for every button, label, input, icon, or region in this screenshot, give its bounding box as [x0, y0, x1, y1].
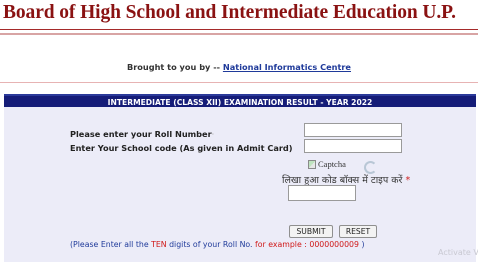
submit-button[interactable]: SUBMIT — [289, 225, 333, 238]
school-code-label: Enter Your School code (As given in Admi… — [70, 143, 293, 153]
broken-image-icon — [308, 159, 316, 169]
hint-part1: (Please Enter all the — [70, 240, 152, 249]
header-rule — [0, 33, 478, 35]
captcha-input[interactable] — [288, 185, 356, 201]
school-code-input[interactable] — [304, 139, 402, 153]
header-divider — [0, 29, 478, 30]
captcha-image: Captcha — [308, 159, 346, 169]
credit-prefix: Brought to you by -- — [126, 62, 223, 72]
activate-watermark: Activate V — [438, 248, 478, 257]
roll-mark: · — [211, 129, 215, 139]
hint-part2: digits of your Roll No. — [166, 240, 256, 249]
hint-ten: TEN — [151, 240, 167, 249]
roll-number-hint: (Please Enter all the TEN digits of your… — [70, 240, 365, 249]
page-title: Board of High School and Intermediate Ed… — [3, 2, 456, 23]
credit-line: Brought to you by -- National Informatic… — [0, 62, 478, 72]
required-asterisk: * — [405, 175, 411, 186]
roll-number-label-text: Please enter your Roll Number — [70, 129, 212, 139]
hint-part3: ) — [358, 240, 365, 249]
hint-example: for example : 0000000009 — [255, 240, 359, 249]
roll-number-label: Please enter your Roll Number· — [70, 129, 214, 139]
result-form: Please enter your Roll Number· Enter You… — [4, 107, 478, 262]
captcha-alt-text: Captcha — [318, 159, 346, 169]
nic-link[interactable]: National Informatics Centre — [223, 62, 351, 72]
section-divider — [0, 82, 478, 83]
exam-result-banner: INTERMEDIATE (CLASS XII) EXAMINATION RES… — [4, 94, 476, 107]
reset-button[interactable]: RESET — [339, 225, 377, 238]
roll-number-input[interactable] — [304, 123, 402, 137]
